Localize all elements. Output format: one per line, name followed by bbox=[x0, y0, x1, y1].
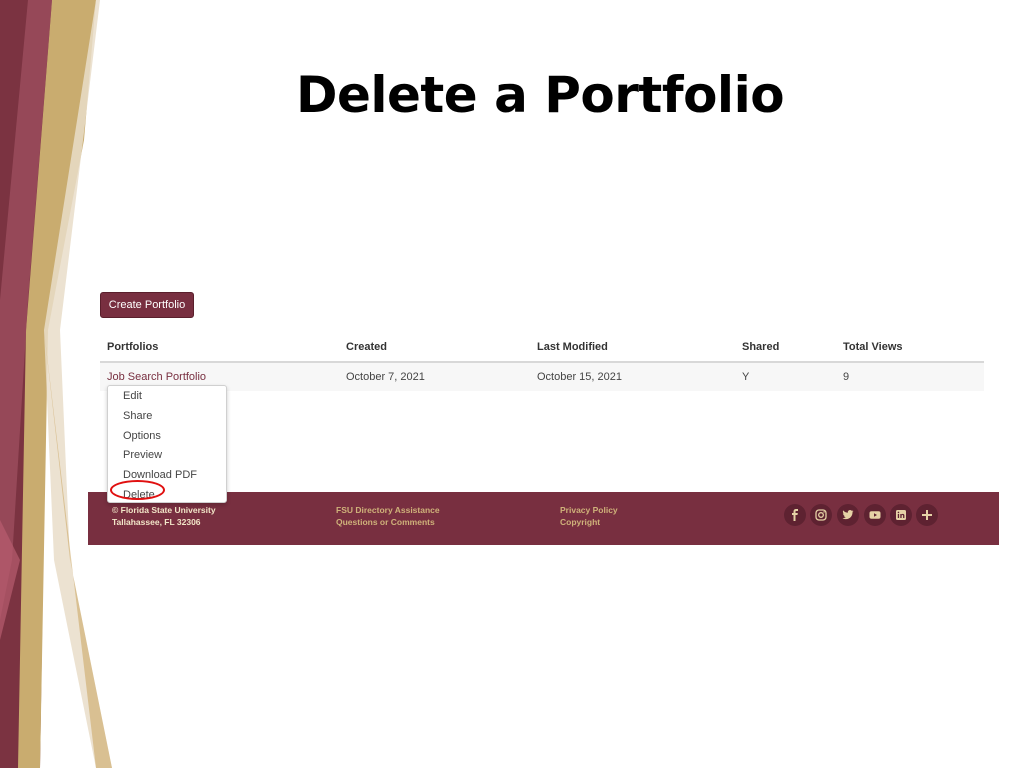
shared-value: Y bbox=[742, 371, 750, 383]
header-portfolios[interactable]: Portfolios bbox=[107, 333, 158, 361]
table-row: Job Search Portfolio October 7, 2021 Oct… bbox=[100, 363, 984, 391]
facebook-icon[interactable] bbox=[784, 504, 806, 526]
footer-links-2: Privacy Policy Copyright bbox=[560, 504, 618, 528]
header-total-views[interactable]: Total Views bbox=[843, 333, 903, 361]
create-portfolio-button[interactable]: Create Portfolio bbox=[100, 292, 194, 318]
privacy-link[interactable]: Privacy Policy bbox=[560, 504, 618, 516]
created-date: October 7, 2021 bbox=[346, 371, 425, 383]
header-created[interactable]: Created bbox=[346, 333, 387, 361]
plus-icon[interactable] bbox=[916, 504, 938, 526]
twitter-icon[interactable] bbox=[837, 504, 859, 526]
delete-highlight-circle bbox=[110, 480, 165, 500]
youtube-icon[interactable] bbox=[864, 504, 886, 526]
directory-link[interactable]: FSU Directory Assistance bbox=[336, 504, 440, 516]
footer-address: Tallahassee, FL 32306 bbox=[112, 517, 201, 527]
menu-item-edit[interactable]: Edit bbox=[123, 389, 142, 403]
slide-title: Delete a Portfolio bbox=[295, 66, 785, 124]
footer-links-1: FSU Directory Assistance Questions or Co… bbox=[336, 504, 440, 528]
menu-item-options[interactable]: Options bbox=[123, 429, 161, 443]
header-shared[interactable]: Shared bbox=[742, 333, 779, 361]
copyright-link[interactable]: Copyright bbox=[560, 516, 618, 528]
views-value: 9 bbox=[843, 371, 850, 383]
menu-item-share[interactable]: Share bbox=[123, 409, 152, 423]
footer-copyright: © Florida State University bbox=[112, 505, 216, 515]
portfolios-table: Portfolios Created Last Modified Shared … bbox=[100, 333, 984, 391]
header-last-modified[interactable]: Last Modified bbox=[537, 333, 608, 361]
questions-link[interactable]: Questions or Comments bbox=[336, 516, 440, 528]
instagram-icon[interactable] bbox=[810, 504, 832, 526]
table-header: Portfolios Created Last Modified Shared … bbox=[100, 333, 984, 363]
portfolio-context-menu: Edit Share Options Preview Download PDF … bbox=[107, 385, 227, 503]
footer-university: © Florida State University Tallahassee, … bbox=[112, 504, 216, 528]
menu-item-preview[interactable]: Preview bbox=[123, 448, 162, 462]
modified-date: October 15, 2021 bbox=[537, 371, 623, 383]
linkedin-icon[interactable] bbox=[890, 504, 912, 526]
